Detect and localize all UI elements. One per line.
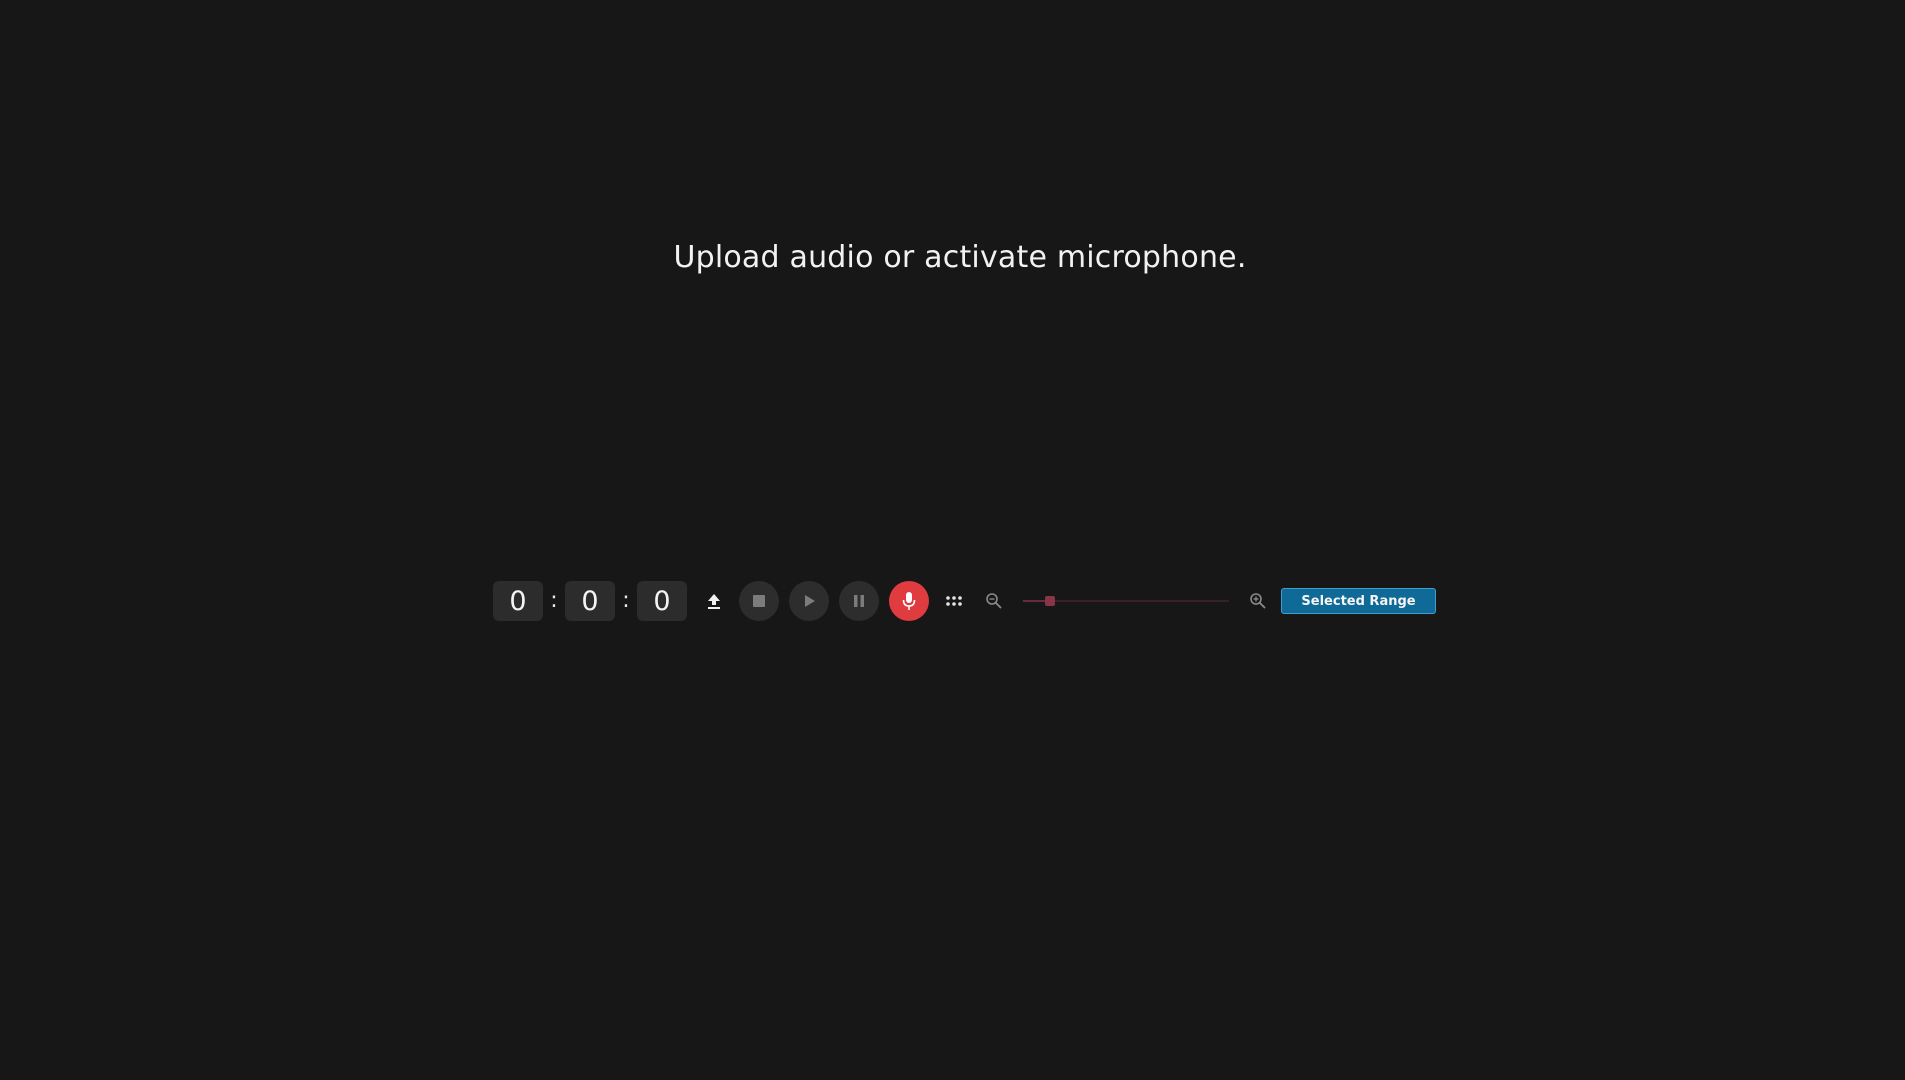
app-root: Upload audio or activate microphone. 0 :… [0, 0, 1905, 1080]
grid-button[interactable] [941, 581, 967, 621]
timer-minutes: 0 [565, 581, 615, 621]
upload-icon [708, 594, 720, 609]
zoom-out-button[interactable] [981, 581, 1007, 621]
timer-separator: : [622, 588, 630, 613]
upload-button[interactable] [701, 581, 727, 621]
empty-state-message: Upload audio or activate microphone. [673, 240, 1247, 275]
pause-icon [854, 595, 864, 607]
play-button[interactable] [789, 581, 829, 621]
audio-toolbar: 0 : 0 : 0 Selected Range [493, 580, 1436, 622]
zoom-slider-thumb[interactable] [1044, 596, 1055, 606]
microphone-icon [902, 592, 916, 610]
zoom-slider[interactable] [1023, 591, 1229, 611]
microphone-button[interactable] [889, 581, 929, 621]
zoom-in-button[interactable] [1245, 581, 1271, 621]
zoom-in-icon [1250, 593, 1266, 609]
play-icon [805, 595, 815, 607]
timer-seconds: 0 [637, 581, 687, 621]
stop-icon [753, 595, 765, 607]
selected-range-button[interactable]: Selected Range [1281, 588, 1436, 614]
timer-hours: 0 [493, 581, 543, 621]
pause-button[interactable] [839, 581, 879, 621]
timer-separator: : [550, 588, 558, 613]
grid-dots-icon [946, 596, 962, 606]
zoom-out-icon [986, 593, 1002, 609]
stop-button[interactable] [739, 581, 779, 621]
